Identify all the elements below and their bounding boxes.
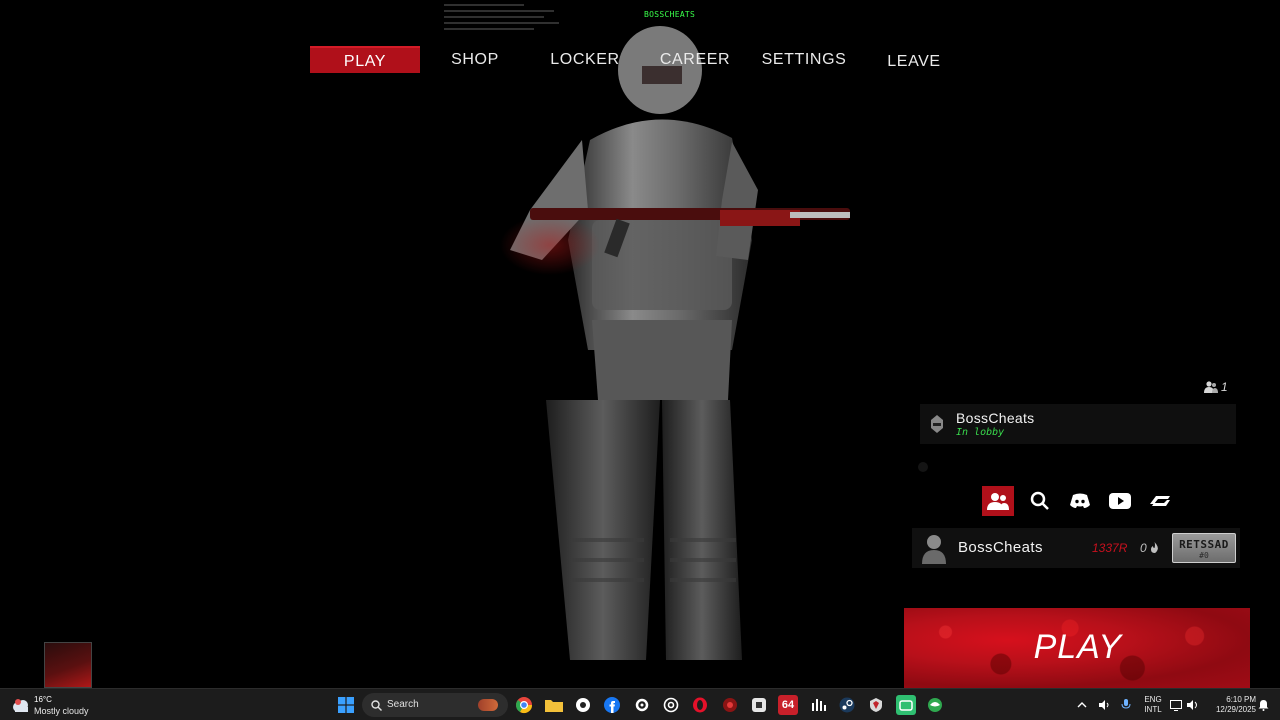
tv-icon <box>899 700 913 711</box>
cube-icon <box>752 698 766 712</box>
gear-icon <box>635 698 649 712</box>
app-tray-cube[interactable] <box>749 695 769 715</box>
search-placeholder: Search <box>387 699 419 710</box>
shield-icon <box>870 698 882 712</box>
lobby-count-value: 1 <box>1221 380 1228 394</box>
notifications-button[interactable] <box>1256 695 1270 715</box>
search-highlight-icon <box>478 699 498 711</box>
network-tray-button[interactable] <box>1168 695 1184 715</box>
profile-avatar <box>922 535 946 564</box>
lobby-member-name: BossCheats <box>956 410 1035 426</box>
clock-date: 12/29/2025 <box>1215 705 1256 714</box>
folder-icon <box>545 700 563 712</box>
audio-app[interactable] <box>808 695 828 715</box>
volume-tray-button[interactable] <box>1096 695 1112 715</box>
currency-balance: 1337R <box>1092 541 1128 555</box>
discord-button[interactable] <box>1060 486 1100 516</box>
secondary-currency: 0 <box>1140 541 1159 555</box>
weather-temperature: 16°C <box>34 695 52 704</box>
lobby-member-count: 1 <box>1204 380 1228 394</box>
weather-description: Mostly cloudy <box>34 706 89 716</box>
steelseries-app[interactable] <box>632 695 652 715</box>
file-explorer-app[interactable] <box>544 695 564 715</box>
game-viewport[interactable]: BOSSCHEATS PLAY SHOP LOCKER CAREER SETTI… <box>0 0 1280 688</box>
app-tray-green[interactable] <box>896 695 916 715</box>
friends-button[interactable] <box>982 486 1014 516</box>
discord-icon <box>1070 493 1090 508</box>
facebook-icon <box>604 697 620 713</box>
monitor-icon <box>1170 699 1182 711</box>
chrome-app[interactable] <box>514 695 534 715</box>
player-character-model <box>500 26 850 660</box>
lobby-member-status: In lobby <box>956 427 1005 438</box>
nav-play[interactable]: PLAY <box>310 46 420 73</box>
nav-settings[interactable]: SETTINGS <box>754 46 854 73</box>
bell-icon <box>1258 700 1268 711</box>
facebook-app[interactable] <box>602 695 622 715</box>
speaker-icon <box>1099 700 1109 710</box>
top-watermark-tag: BOSSCHEATS <box>644 10 696 19</box>
sound-tray-button[interactable] <box>1184 695 1200 715</box>
opera-icon <box>693 697 707 713</box>
search-button[interactable] <box>1020 486 1060 516</box>
social-bar <box>980 486 1180 516</box>
steam-app[interactable] <box>837 695 857 715</box>
youtube-icon <box>1109 493 1131 509</box>
language-layout: INTL <box>1144 705 1162 714</box>
opera-app[interactable] <box>690 695 710 715</box>
cloud-icon <box>13 699 28 712</box>
steam-icon <box>839 697 855 713</box>
equalizer-icon <box>812 699 826 711</box>
youtube-button[interactable] <box>1100 486 1140 516</box>
openai-icon <box>663 697 679 713</box>
weather-widget[interactable]: 16°C Mostly cloudy <box>12 693 122 717</box>
language-code: ENG <box>1144 695 1162 704</box>
game-thumbnail[interactable] <box>44 642 92 688</box>
browser-icon <box>928 698 942 712</box>
app-tray-1[interactable] <box>573 695 593 715</box>
volume-icon <box>1187 700 1197 710</box>
system-clock[interactable]: 6:10 PM 12/29/2025 <box>1200 695 1256 720</box>
flame-icon <box>1151 542 1158 553</box>
start-button[interactable] <box>336 695 356 715</box>
app-tray-edge[interactable] <box>925 695 945 715</box>
taskbar-search[interactable]: Search <box>362 693 508 717</box>
app-tray-shield[interactable] <box>866 695 886 715</box>
party-icon <box>1204 381 1218 393</box>
nav-leave[interactable]: LEAVE <box>874 48 954 75</box>
search-icon <box>371 700 382 711</box>
rank-badge[interactable]: RETSSAD #0 <box>1172 533 1236 563</box>
red-circle-icon <box>723 698 737 712</box>
rank-badge-sub: #0 <box>1199 551 1209 560</box>
app-tray-red[interactable] <box>720 695 740 715</box>
tray-overflow-button[interactable] <box>1074 695 1090 715</box>
search-icon <box>1030 491 1049 510</box>
rank-badge-label: RETSSAD <box>1179 538 1229 551</box>
play-button[interactable]: PLAY <box>904 608 1250 688</box>
nav-locker[interactable]: LOCKER <box>540 46 630 73</box>
nav-career[interactable]: CAREER <box>650 46 740 73</box>
play-button-label: PLAY <box>1033 628 1122 666</box>
chatgpt-app[interactable] <box>661 695 681 715</box>
windows-taskbar: 16°C Mostly cloudy Search 64 ENG INTL 6:… <box>0 688 1280 720</box>
secondary-currency-value: 0 <box>1140 541 1147 555</box>
chevron-up-icon <box>1077 702 1087 708</box>
player-profile-card[interactable]: BossCheats 1337R 0 RETSSAD #0 <box>912 528 1240 568</box>
chrome-icon <box>515 697 533 714</box>
invite-slot[interactable] <box>918 462 928 472</box>
language-indicator[interactable]: ENG INTL <box>1138 695 1168 720</box>
nav-shop[interactable]: SHOP <box>430 46 520 73</box>
friends-icon <box>987 493 1009 510</box>
app-tray-64[interactable]: 64 <box>778 695 798 715</box>
boss-logo-icon <box>931 415 943 433</box>
obs-icon <box>576 698 590 712</box>
profile-username: BossCheats <box>958 539 1043 556</box>
lobby-member-row[interactable]: BossCheats In lobby <box>920 404 1236 444</box>
logo-icon <box>1150 496 1170 506</box>
clock-time: 6:10 PM <box>1226 695 1256 704</box>
microphone-icon <box>1121 699 1131 709</box>
windows-icon <box>338 697 354 713</box>
microphone-tray-button[interactable] <box>1118 695 1134 715</box>
brand-link-button[interactable] <box>1140 486 1180 516</box>
